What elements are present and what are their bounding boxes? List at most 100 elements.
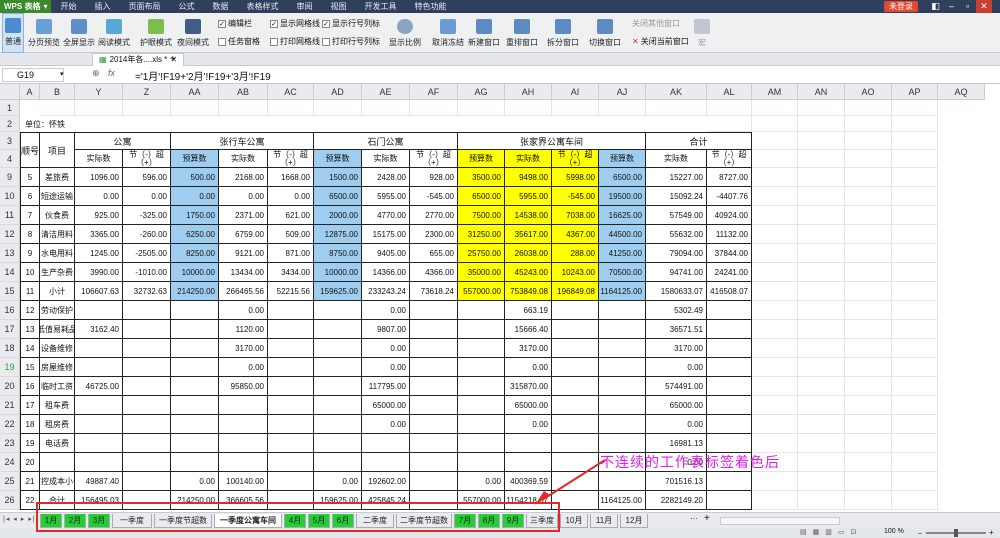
column-header[interactable]: AB bbox=[219, 84, 268, 100]
column-header[interactable]: AE bbox=[362, 84, 410, 100]
skin-icon[interactable]: ◧ bbox=[929, 0, 942, 13]
menu-item[interactable]: 视图 bbox=[321, 0, 355, 13]
column-header[interactable]: AO bbox=[845, 84, 892, 100]
menu-item[interactable]: 数据 bbox=[203, 0, 237, 13]
row-header[interactable]: 24 bbox=[0, 453, 20, 472]
split-window-button[interactable]: 拆分窗口 bbox=[547, 13, 579, 53]
sub-header: 预算数 bbox=[458, 150, 505, 168]
row-header[interactable]: 14 bbox=[0, 263, 20, 282]
row-header[interactable]: 4 bbox=[0, 150, 20, 168]
maximize-icon[interactable]: ▫ bbox=[961, 0, 974, 13]
row-header[interactable]: 18 bbox=[0, 339, 20, 358]
eye-care-button[interactable]: 护眼模式 bbox=[140, 13, 172, 53]
column-header[interactable]: A bbox=[20, 84, 40, 100]
reading-mode-button[interactable]: 阅读模式 bbox=[98, 13, 130, 53]
row-header[interactable]: 26 bbox=[0, 491, 20, 510]
row-header[interactable]: 12 bbox=[0, 225, 20, 244]
macro-button[interactable]: 宏 bbox=[694, 13, 710, 53]
column-header[interactable]: AC bbox=[268, 84, 314, 100]
zoom-out-icon[interactable]: – bbox=[918, 530, 922, 537]
row-header[interactable]: 10 bbox=[0, 187, 20, 206]
switch-window-button[interactable]: 切换窗口 bbox=[589, 13, 621, 53]
row-header[interactable]: 3 bbox=[0, 132, 20, 150]
row-header[interactable]: 13 bbox=[0, 244, 20, 263]
horizontal-scrollbar[interactable] bbox=[720, 517, 840, 525]
row-header[interactable]: 11 bbox=[0, 206, 20, 225]
column-header[interactable]: AL bbox=[707, 84, 752, 100]
zoom-icon[interactable]: ⊕ bbox=[92, 68, 100, 79]
column-header[interactable]: B bbox=[40, 84, 75, 100]
show-grid-checkbox[interactable]: ✓ 显示网格线 bbox=[270, 18, 320, 29]
show-headers-checkbox[interactable]: ✓ 显示行号列标 bbox=[322, 18, 380, 29]
column-header[interactable]: AJ bbox=[599, 84, 646, 100]
night-mode-button[interactable]: 夜间模式 bbox=[177, 13, 209, 53]
task-pane-checkbox[interactable]: 任务窗格 bbox=[218, 36, 260, 47]
minimize-icon[interactable]: – bbox=[945, 0, 958, 13]
sheet-tab[interactable]: 12月 bbox=[620, 514, 648, 528]
row-header[interactable]: 20 bbox=[0, 377, 20, 396]
close-icon[interactable]: ✕ bbox=[976, 0, 992, 13]
menu-item[interactable]: 公式 bbox=[169, 0, 203, 13]
column-header[interactable]: AA bbox=[171, 84, 219, 100]
print-grid-checkbox[interactable]: 打印网格线 bbox=[270, 36, 320, 47]
name-box[interactable]: G19 bbox=[2, 68, 64, 82]
view-mode-icons[interactable]: ▤▦▥▭⊡ bbox=[800, 528, 862, 536]
column-header[interactable]: AQ bbox=[938, 84, 985, 100]
column-header[interactable]: AK bbox=[646, 84, 707, 100]
page-break-button[interactable]: 分页预览 bbox=[28, 13, 60, 53]
menu-item[interactable]: 开始 bbox=[51, 0, 85, 13]
login-button[interactable]: 未登录 bbox=[884, 1, 918, 12]
zoom-button[interactable]: 显示比例 bbox=[389, 13, 421, 53]
column-header[interactable]: Y bbox=[75, 84, 123, 100]
column-header[interactable]: AN bbox=[798, 84, 845, 100]
add-sheet-icon[interactable]: + bbox=[704, 513, 710, 524]
row-header[interactable]: 16 bbox=[0, 301, 20, 320]
fullscreen-button[interactable]: 全屏显示 bbox=[63, 13, 95, 53]
column-header[interactable]: AD bbox=[314, 84, 362, 100]
column-header[interactable]: AI bbox=[552, 84, 599, 100]
row-header[interactable]: 19 bbox=[0, 358, 20, 377]
corner-select-all[interactable] bbox=[0, 84, 20, 100]
sheet-tab[interactable]: 11月 bbox=[590, 514, 618, 528]
row-header[interactable]: 23 bbox=[0, 434, 20, 453]
sheet-nav-arrows-icon[interactable]: |◂ ◂ ▸ ▸| bbox=[3, 515, 36, 523]
column-header[interactable]: AF bbox=[410, 84, 458, 100]
menu-item[interactable]: 特色功能 bbox=[405, 0, 455, 13]
menu-item[interactable]: 审阅 bbox=[287, 0, 321, 13]
edit-bar-checkbox[interactable]: ✓ 编辑栏 bbox=[218, 18, 252, 29]
close-others-button[interactable]: 关闭其他窗口 bbox=[632, 18, 680, 29]
row-header[interactable]: 2 bbox=[0, 116, 20, 132]
sheet-tab[interactable]: 10月 bbox=[560, 514, 588, 528]
column-header[interactable]: AG bbox=[458, 84, 505, 100]
normal-view-button[interactable]: 普通 bbox=[2, 13, 24, 53]
spreadsheet-grid[interactable]: A B Y Z AA AB AC AD AE AF AG AH AI AJ AK AL AM AN AO AP AQ 1 2… bbox=[0, 84, 1000, 512]
menu-item[interactable]: 开发工具 bbox=[355, 0, 405, 13]
row-header[interactable]: 1 bbox=[0, 100, 20, 116]
menu-item[interactable]: 插入 bbox=[85, 0, 119, 13]
row-header[interactable]: 9 bbox=[0, 168, 20, 187]
name-box-dropdown-icon[interactable]: ▾ bbox=[60, 70, 64, 78]
more-sheets-icon[interactable]: ··· bbox=[690, 514, 698, 523]
menu-item[interactable]: 表格样式 bbox=[237, 0, 287, 13]
column-header[interactable]: Z bbox=[123, 84, 171, 100]
new-tab-icon[interactable]: + bbox=[170, 53, 176, 66]
column-header[interactable]: AM bbox=[752, 84, 798, 100]
menu-item[interactable]: 页面布局 bbox=[119, 0, 169, 13]
column-header[interactable]: AH bbox=[505, 84, 552, 100]
column-header[interactable]: AP bbox=[892, 84, 938, 100]
new-window-button[interactable]: 新建窗口 bbox=[468, 13, 500, 53]
row-header[interactable]: 21 bbox=[0, 396, 20, 415]
app-logo[interactable]: WPS 表格 ▾ bbox=[0, 0, 52, 13]
print-headers-checkbox[interactable]: 打印行号列标 bbox=[322, 36, 380, 47]
close-current-button[interactable]: ✕ 关闭当前窗口 bbox=[632, 36, 689, 47]
row-header[interactable]: 22 bbox=[0, 415, 20, 434]
formula-input[interactable]: ='1月'!F19+'2月'!F19+'3月'!F19 bbox=[135, 68, 271, 83]
row-header[interactable]: 15 bbox=[0, 282, 20, 301]
fx-icon[interactable]: fx bbox=[108, 68, 115, 78]
unfreeze-button[interactable]: 取消冻结 bbox=[432, 13, 464, 53]
row-header[interactable]: 17 bbox=[0, 320, 20, 339]
arrange-window-button[interactable]: 重排窗口 bbox=[506, 13, 538, 53]
zoom-slider-thumb[interactable] bbox=[954, 529, 958, 537]
row-header[interactable]: 25 bbox=[0, 472, 20, 491]
zoom-in-icon[interactable]: + bbox=[989, 528, 994, 537]
